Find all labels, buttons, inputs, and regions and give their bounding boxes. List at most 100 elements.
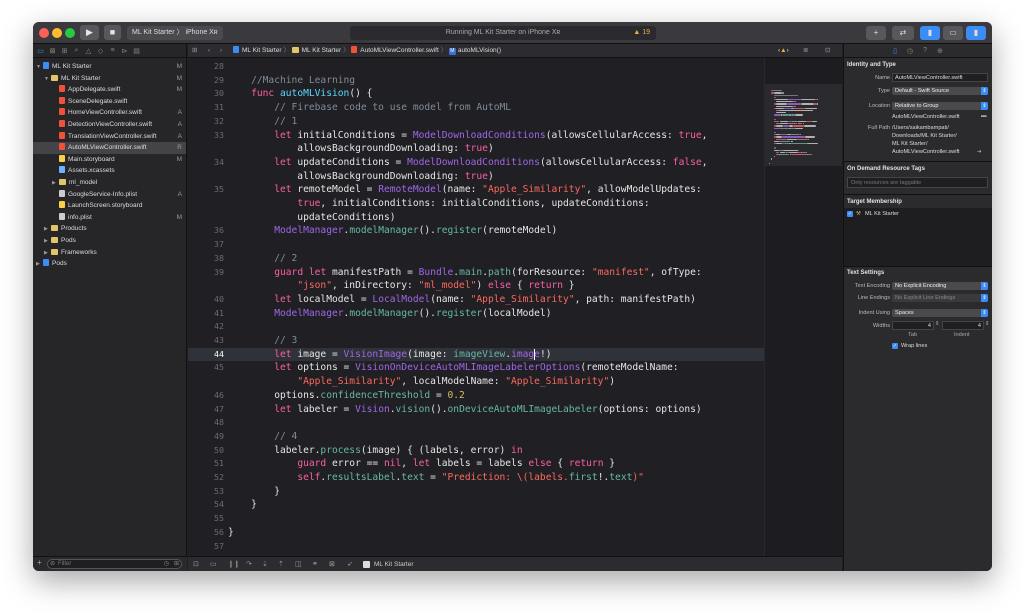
minimap[interactable]	[764, 58, 842, 556]
popup-arrow-icon: ⇕	[981, 102, 988, 110]
code-review-icon[interactable]: ⇄	[892, 26, 914, 40]
stop-button[interactable]: ■	[104, 25, 121, 40]
filter-field[interactable]: ⊜ Filter ◷ ⊞	[47, 559, 182, 569]
library-plus-icon[interactable]: +	[866, 26, 886, 40]
report-icon[interactable]: ▤	[132, 46, 141, 55]
breakpoint-icon[interactable]: ⊳	[120, 46, 129, 55]
issue-icon[interactable]: △	[84, 46, 93, 55]
navigator-item[interactable]: SceneDelegate.swift	[33, 96, 186, 108]
debug-area-toggle-icon[interactable]: ▭	[943, 26, 963, 40]
symbol-icon[interactable]: ⊞	[60, 46, 69, 55]
indent-width-value: 4	[977, 323, 981, 329]
wrap-lines-checkbox[interactable]: ✓	[892, 343, 898, 349]
navigator-toggle-icon[interactable]: ▮	[920, 26, 940, 40]
navigator-item[interactable]: ▼ ML Kit Starter M	[33, 61, 186, 73]
navigator-item[interactable]: HomeViewController.swift A	[33, 107, 186, 119]
forward-icon[interactable]: ›	[220, 44, 222, 58]
target-checkbox[interactable]: ✓	[847, 211, 853, 217]
help-icon[interactable]: ?	[923, 47, 927, 54]
encoding-popup[interactable]: No Explicit Encoding ⇕	[892, 282, 988, 290]
code-token: else	[528, 458, 552, 470]
issue-navigator-arrows-icon[interactable]: ‹▲›	[778, 44, 789, 58]
navigator-item[interactable]: ▶ Pods	[33, 258, 186, 270]
debug-icon[interactable]: ≡	[108, 46, 117, 55]
navigator-item[interactable]: AppDelegate.swift M	[33, 84, 186, 96]
code-token: )"	[632, 472, 644, 483]
folder-icon[interactable]: ▬	[981, 113, 987, 119]
run-button[interactable]: ▶	[80, 25, 99, 40]
navigator-item-label: Frameworks	[61, 248, 97, 256]
add-file-icon[interactable]: +	[37, 558, 42, 567]
test-icon[interactable]: ◇	[96, 46, 105, 55]
find-icon[interactable]: ⌕	[72, 46, 81, 55]
navigator-item[interactable]: LaunchScreen.storyboard	[33, 200, 186, 212]
close-window-button[interactable]	[39, 28, 49, 38]
line-number: 32	[214, 115, 224, 126]
recent-files-icon[interactable]: ◷	[164, 560, 169, 568]
breakpoints-icon[interactable]: ▭	[210, 557, 217, 571]
line-number: 51	[214, 458, 224, 469]
indent-using-popup[interactable]: Spaces ⇕	[892, 309, 988, 317]
navigator-item[interactable]: ▼ ML Kit Starter M	[33, 73, 186, 85]
source-control-status: M	[176, 63, 182, 70]
name-field[interactable]: AutoMLViewController.swift	[892, 73, 988, 82]
identity-icon[interactable]: ⊕	[937, 47, 943, 55]
related-items-icon[interactable]: ⊞	[192, 44, 197, 58]
source-control-filter-icon[interactable]: ⊞	[174, 560, 179, 568]
scheme-selector[interactable]: ML Kit Starter 〉 iPhone Xʀ	[127, 26, 223, 40]
file-icon[interactable]: ▯	[893, 47, 897, 55]
navigator-item[interactable]: ▶ Pods	[33, 235, 186, 247]
type-popup[interactable]: Default - Swift Source ⇕	[892, 87, 988, 95]
reveal-arrow-icon[interactable]: ➔	[977, 149, 982, 155]
code-token: !.	[597, 472, 610, 483]
navigator-item[interactable]: info.plist M	[33, 212, 186, 224]
history-icon[interactable]: ◷	[907, 47, 913, 55]
editor-options-icon[interactable]: ≣	[803, 44, 808, 58]
navigator-item[interactable]: ▶ Frameworks	[33, 247, 186, 259]
tab-width-field[interactable]: 4	[892, 321, 934, 330]
breadcrumb-group[interactable]: ML Kit Starter	[302, 47, 342, 54]
environment-icon[interactable]: ⊠	[329, 557, 335, 571]
navigator-item[interactable]: AutoMLViewController.swift R	[33, 142, 186, 154]
zoom-window-button[interactable]	[65, 28, 75, 38]
source-control-icon[interactable]: ⊠	[48, 46, 57, 55]
code-line: func autoMLVision() {	[228, 87, 372, 101]
back-icon[interactable]: ‹	[208, 44, 210, 58]
breadcrumb-file[interactable]: AutoMLViewController.swift	[360, 47, 439, 54]
navigator-item[interactable]: ▶ ml_model	[33, 177, 186, 189]
location-icon[interactable]: ➶	[347, 557, 353, 571]
pause-icon[interactable]: ❙❙	[228, 557, 240, 571]
step-out-icon[interactable]: ⇡	[278, 557, 284, 571]
navigator-item[interactable]: GoogleService-Info.plist A	[33, 189, 186, 201]
line-endings-popup[interactable]: No Explicit Line Endings ⇕	[892, 294, 988, 302]
code-token: updateConditions =	[291, 156, 408, 168]
indent-width-field[interactable]: 4	[942, 321, 984, 330]
warning-badge[interactable]: ▲ 19	[633, 26, 650, 40]
inspector-toggle-icon[interactable]: ▮	[966, 26, 986, 40]
location-popup[interactable]: Relative to Group ⇕	[892, 102, 988, 110]
chevron-right-icon: 〉	[342, 47, 350, 54]
add-editor-icon[interactable]: ⊡	[825, 44, 830, 58]
code-token: ().	[418, 307, 436, 319]
indent-stepper[interactable]: ⇕	[985, 321, 990, 327]
disclosure-closed-icon[interactable]: ▶	[36, 259, 43, 271]
minimize-window-button[interactable]	[52, 28, 62, 38]
navigator-item[interactable]: Assets.xcassets	[33, 165, 186, 177]
navigator-item[interactable]: TranslationViewController.swift A	[33, 131, 186, 143]
tab-stepper[interactable]: ⇕	[935, 321, 940, 327]
odr-tags-field[interactable]: Only resources are taggable	[847, 177, 988, 188]
navigator-item[interactable]: DetectionViewController.swift A	[33, 119, 186, 131]
navigator-item[interactable]: Main.storyboard M	[33, 154, 186, 166]
view-hierarchy-icon[interactable]: ◫	[295, 557, 302, 571]
hide-debug-area-icon[interactable]: ⊡	[193, 557, 199, 571]
breadcrumb-project[interactable]: ML Kit Starter	[242, 47, 282, 54]
memory-graph-icon[interactable]: ⚭	[312, 557, 318, 571]
minimap-viewport[interactable]	[765, 84, 842, 166]
step-over-icon[interactable]: ↷	[246, 557, 252, 571]
folder-icon[interactable]: ▭	[36, 46, 45, 55]
swift-file-icon	[59, 108, 65, 116]
breadcrumb-method[interactable]: autoMLVision()	[458, 47, 501, 54]
step-in-icon[interactable]: ⇣	[262, 557, 268, 571]
source-editor[interactable]: 28 29 30 31 32 33 34 35 36 37 38 39 40 41 42 43 44 45 46 47…	[188, 58, 764, 556]
navigator-item[interactable]: ▶ Products	[33, 223, 186, 235]
